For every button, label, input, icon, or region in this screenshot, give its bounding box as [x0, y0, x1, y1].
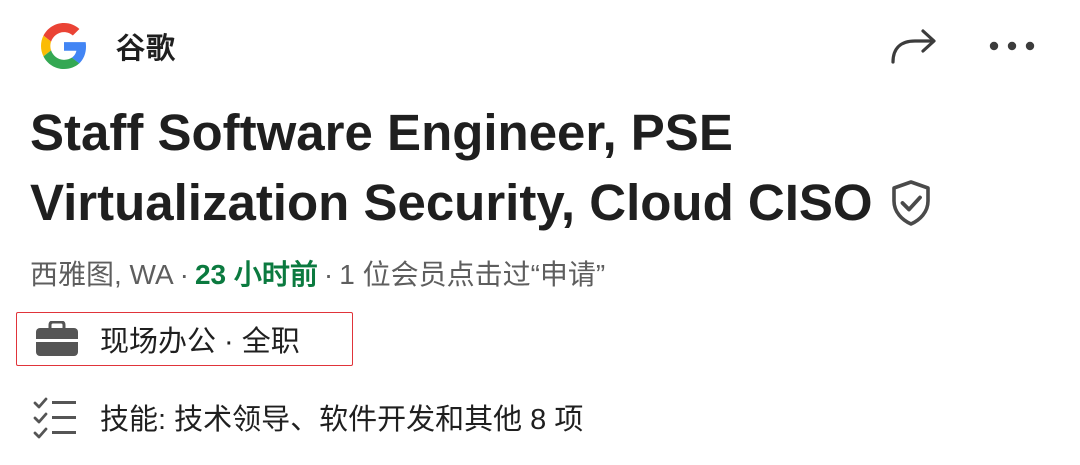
more-options-button[interactable]: [984, 20, 1040, 72]
meta-separator: ·: [323, 259, 334, 290]
meta-separator: ·: [179, 259, 189, 290]
workplace-label: 现场办公 · 全职: [100, 326, 300, 358]
briefcase-icon: [34, 319, 80, 359]
skills-row[interactable]: 技能: 技术领导、软件开发和其他 8 项: [30, 392, 583, 442]
google-logo-icon[interactable]: [40, 22, 88, 70]
checklist-icon: [30, 392, 80, 442]
job-card: 谷歌 Staff Software Engineer, PSE Virtuali…: [0, 0, 1080, 465]
job-title: Staff Software Engineer, PSE Virtualizat…: [30, 98, 1040, 238]
header-actions: [886, 20, 1040, 72]
posted-time: 23 小时前: [194, 259, 318, 290]
company-name[interactable]: 谷歌: [116, 25, 176, 67]
job-title-text: Staff Software Engineer, PSE Virtualizat…: [30, 104, 873, 231]
more-dots-icon: [989, 41, 1035, 51]
workplace-type-row: 现场办公 · 全职: [16, 312, 353, 366]
share-arrow-icon: [891, 29, 936, 64]
shield-check-icon[interactable]: [889, 175, 933, 226]
share-button[interactable]: [886, 20, 942, 72]
company-header: 谷歌: [40, 20, 1040, 72]
skills-label: 技能: 技术领导、软件开发和其他 8 项: [100, 404, 584, 436]
job-meta: 西雅图, WA · 23 小时前 · 1 位会员点击过“申请”: [30, 252, 605, 298]
job-location: 西雅图, WA: [30, 259, 174, 290]
applicant-count: 1 位会员点击过“申请”: [339, 259, 606, 290]
